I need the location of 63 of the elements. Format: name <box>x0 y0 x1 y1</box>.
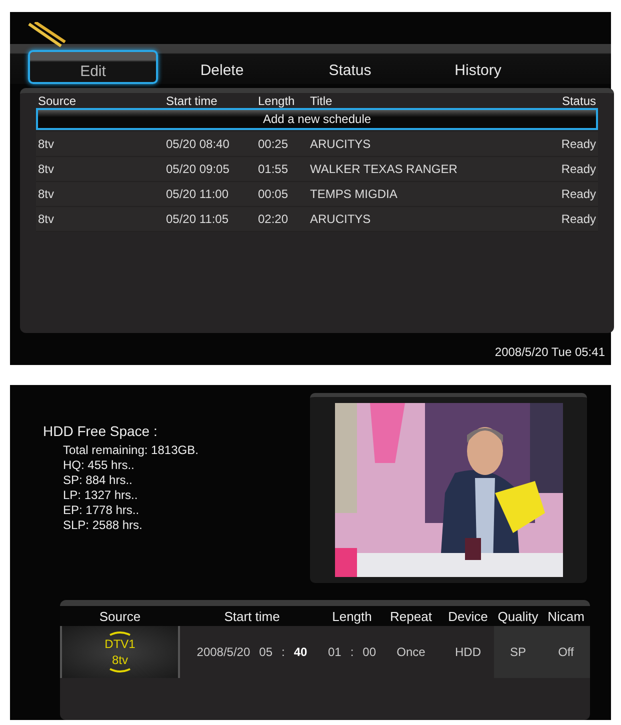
hdd-info: HQ: 455 hrs.. <box>62 458 136 473</box>
table-cell-text: 00:25 <box>257 137 290 151</box>
hdd-info: EP: 1778 hrs.. <box>62 503 140 518</box>
table-cell-text: 01:55 <box>257 162 290 176</box>
column-header: Length <box>331 608 373 624</box>
repeat-value[interactable]: Once <box>396 645 426 659</box>
nicam-value[interactable]: Off <box>558 645 574 659</box>
device-value[interactable]: HDD <box>455 645 481 659</box>
column-header: Title <box>309 93 334 108</box>
table-cell-text: 8tv <box>37 137 56 151</box>
column-header: Start time <box>165 93 218 108</box>
table-cell-text: WALKER TEXAS RANGER <box>309 162 458 176</box>
quality-value[interactable]: SP <box>510 645 526 659</box>
hdd-info: SLP: 2588 hrs. <box>62 518 144 533</box>
source-selector[interactable]: DTV1 8tv <box>60 626 180 678</box>
table-cell-text: 8tv <box>37 162 56 176</box>
table-cell-text: 05/20 11:00 <box>165 187 230 201</box>
tab[interactable]: History <box>414 56 542 84</box>
tab[interactable]: Edit <box>28 50 158 84</box>
column-header: Quality <box>496 608 540 624</box>
start-time-value[interactable]: 2008/5/20 <box>196 645 250 659</box>
column-header: Length <box>257 93 296 108</box>
hdd-info: Total remaining: 1813GB. <box>62 443 200 458</box>
table-cell-text: 05/20 08:40 <box>165 137 230 151</box>
channel-name: 8tv <box>112 652 128 668</box>
table-cell-text: 05/20 09:05 <box>165 162 230 176</box>
table-cell-text: 8tv <box>37 187 56 201</box>
schedule-row[interactable]: 8tv 05/20 09:05 01:55 WALKER TEXAS RANGER Ready <box>36 157 598 182</box>
table-cell-text: Ready <box>560 212 597 226</box>
hdd-info: LP: 1327 hrs.. <box>62 488 139 503</box>
column-header: Start time <box>223 608 281 624</box>
hdd-info: SP: 884 hrs.. <box>62 473 134 488</box>
add-schedule-row[interactable]: Add a new schedule <box>36 108 598 130</box>
column-header: Status <box>560 93 597 108</box>
column-header: Source <box>37 93 78 108</box>
schedule-row[interactable]: 8tv 05/20 11:00 00:05 TEMPS MIGDIA Ready <box>36 182 598 207</box>
start-time-value[interactable]: 40 <box>294 645 308 659</box>
tab[interactable]: Delete <box>158 56 286 84</box>
column-header: Device <box>447 608 489 624</box>
start-time-value[interactable]: 05 <box>259 645 273 659</box>
column-header: Source <box>98 608 142 624</box>
table-cell-text: TEMPS MIGDIA <box>309 187 398 201</box>
length-value[interactable]: : <box>350 645 354 659</box>
length-value[interactable]: 00 <box>362 645 376 659</box>
table-cell-text: Ready <box>560 187 597 201</box>
tab[interactable]: Status <box>286 56 414 84</box>
table-cell-text: 02:20 <box>257 212 290 226</box>
start-time-value[interactable]: : <box>282 645 285 659</box>
schedule-row[interactable]: 8tv 05/20 11:05 02:20 ARUCITYS Ready <box>36 207 598 232</box>
table-cell-text: ARUCITYS <box>309 137 372 151</box>
schedule-row[interactable]: 8tv 05/20 08:40 00:25 ARUCITYS Ready <box>36 132 598 157</box>
date-time: 2008/5/20 Tue 05:41 <box>494 345 605 359</box>
length-value[interactable]: 01 <box>328 645 342 659</box>
table-cell-text: Ready <box>560 162 597 176</box>
column-header: Repeat <box>389 608 433 624</box>
channel-number: DTV1 <box>104 636 136 652</box>
hdd-title: HDD Free Space : <box>43 423 158 439</box>
table-cell-text: 05/20 11:05 <box>165 212 230 226</box>
table-cell-text: Ready <box>560 137 597 151</box>
column-header: Nicam <box>546 608 586 624</box>
table-cell-text: 8tv <box>37 212 56 226</box>
table-cell-text: 00:05 <box>257 187 290 201</box>
table-cell-text: ARUCITYS <box>309 212 372 226</box>
